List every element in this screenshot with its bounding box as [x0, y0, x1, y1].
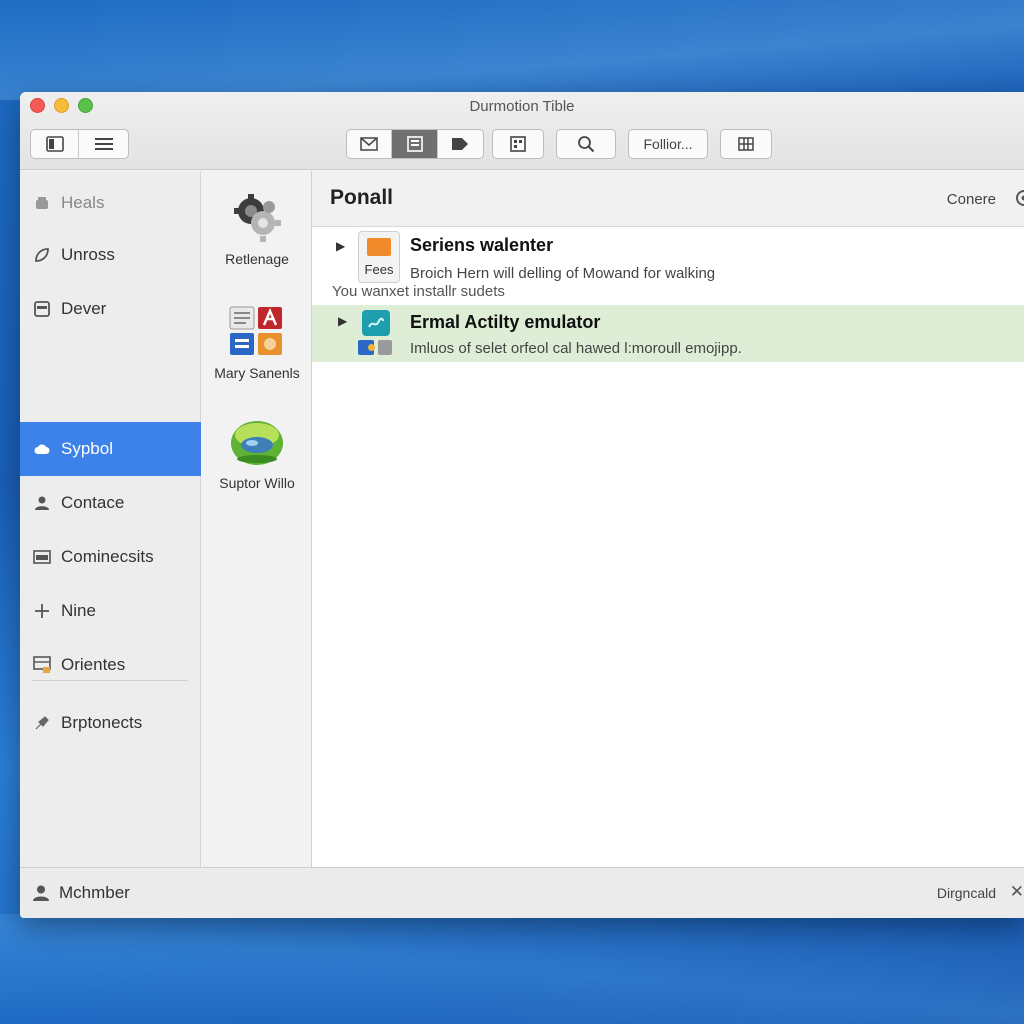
columns-button-group: [720, 129, 772, 159]
sidebar-item-label: Heals: [61, 193, 105, 212]
share-button-group: [492, 129, 544, 159]
desktop-light-streak: [0, 0, 1024, 100]
package-icon: Fees: [358, 231, 400, 283]
action-button-group: [346, 129, 484, 159]
sidebar-item-dever[interactable]: Dever: [20, 282, 201, 336]
app-tile-suptor-willo[interactable]: Suptor Willo: [202, 411, 312, 491]
app-tile-mary-sanenls[interactable]: Mary Sanenls: [202, 301, 312, 381]
sidebar: Heals Unross Dever Sypbol Contace Comine…: [20, 171, 201, 867]
cloud-icon: [33, 440, 51, 458]
sidebar-item-label: Brptonects: [61, 713, 143, 732]
sidebar-item-label: Dever: [61, 299, 107, 318]
list-view-button[interactable]: [79, 130, 128, 158]
content-pane: Ponall Conere ▶ Fees Seriens walenter Br…: [312, 171, 1024, 867]
title-bar: Durmotion Tible Follior...: [20, 92, 1024, 170]
pin-icon: [33, 714, 51, 732]
sidebar-item-unross[interactable]: Unross: [20, 228, 201, 282]
list-icon: [94, 138, 113, 150]
content-title: Ponall: [330, 186, 394, 209]
gear-icon[interactable]: [1012, 189, 1024, 207]
user-icon: [32, 884, 50, 902]
envelope-icon: [360, 137, 378, 151]
view-toggle-group: [30, 129, 129, 159]
sidebar-item-contace[interactable]: Contace: [20, 476, 201, 530]
status-bar: Mchmber Dirgncald ✕: [20, 867, 1024, 918]
app-tile-label: Retlenage: [225, 251, 289, 267]
sidebar-item-brptonects[interactable]: Brptonects: [20, 696, 201, 750]
window-icon: [33, 548, 51, 566]
sidebar-divider: [32, 680, 188, 681]
sidebar-toggle-button[interactable]: [31, 130, 80, 158]
sidebar-item-heals[interactable]: Heals: [20, 176, 201, 230]
app-tile-retlenage[interactable]: Retlenage: [202, 187, 312, 267]
close-icon[interactable]: ✕: [1010, 882, 1024, 902]
item-title: Seriens walenter: [410, 235, 554, 255]
drive-icon: [33, 300, 51, 318]
package-badge: Fees: [364, 262, 394, 277]
install-note: You wanxet installr sudets: [332, 283, 505, 300]
green-orb-icon: [202, 411, 312, 471]
app-tile-label: Mary Sanenls: [214, 365, 300, 381]
columns-view-button[interactable]: [721, 130, 771, 158]
share-button[interactable]: [493, 130, 543, 158]
apps-column: Retlenage Mary Sanenls Suptor Willo: [202, 171, 312, 867]
search-button-group: [556, 129, 616, 159]
sidebar-item-nine[interactable]: Nine: [20, 584, 201, 638]
folder-button-group: Follior...: [628, 129, 708, 159]
stack-icon: [33, 194, 51, 212]
app-window: Durmotion Tible Follior... Heals Unross …: [20, 92, 1024, 918]
sidebar-item-cominecsits[interactable]: Cominecsits: [20, 530, 201, 584]
columns-icon: [738, 137, 754, 151]
disclosure-triangle-icon[interactable]: ▶: [338, 314, 347, 328]
sidebar-item-label: Contace: [61, 493, 125, 512]
disclosure-triangle-icon[interactable]: ▶: [336, 239, 345, 253]
list-item-selected[interactable]: ▶ Ermal Actilty emulator Imluos of selet…: [312, 305, 1024, 362]
folder-button[interactable]: Follior...: [629, 130, 707, 158]
item-subtitle: Imluos of selet orfeol cal hawed l:morou…: [410, 340, 742, 357]
sidebar-item-label: Unross: [61, 245, 115, 264]
document-button[interactable]: [392, 130, 438, 158]
sidebar-icon: [45, 136, 64, 152]
document-icon: [406, 136, 423, 152]
user-name: Mchmber: [59, 883, 130, 902]
window-title: Durmotion Tible: [469, 98, 575, 115]
item-title: Ermal Actilty emulator: [410, 312, 601, 332]
office-apps-icon: [202, 301, 312, 361]
desktop-light-streak-bottom: [0, 914, 1024, 1024]
sidebar-item-orientes[interactable]: Orientes: [20, 638, 201, 692]
sidebar-item-label: Nine: [61, 601, 96, 620]
sidebar-item-label: Sypbol: [61, 439, 113, 458]
person-icon: [33, 494, 51, 512]
tag-button[interactable]: [438, 130, 483, 158]
app-tile-label: Suptor Willo: [219, 475, 295, 491]
gear-cluster-icon: [202, 187, 312, 247]
sidebar-item-label: Orientes: [61, 655, 126, 674]
sidebar-item-label: Cominecsits: [61, 547, 154, 566]
small-apps-icon: [358, 340, 392, 356]
grid-doc-icon: [510, 136, 526, 152]
user-account[interactable]: Mchmber: [32, 883, 130, 903]
conere-button[interactable]: Conere: [947, 191, 996, 208]
leaf-icon: [33, 246, 51, 264]
content-header: Ponall Conere: [312, 171, 1024, 227]
search-button[interactable]: [557, 130, 615, 158]
activity-app-icon: [362, 310, 390, 336]
grid-icon: [33, 656, 51, 674]
status-right-label[interactable]: Dirgncald: [937, 885, 996, 901]
item-subtitle: Broich Hern will delling of Mowand for w…: [410, 265, 716, 282]
search-icon: [578, 136, 595, 153]
sidebar-item-sypbol[interactable]: Sypbol: [20, 422, 201, 476]
tag-icon: [452, 138, 469, 150]
mail-button[interactable]: [347, 130, 393, 158]
plus-icon: [33, 602, 51, 620]
